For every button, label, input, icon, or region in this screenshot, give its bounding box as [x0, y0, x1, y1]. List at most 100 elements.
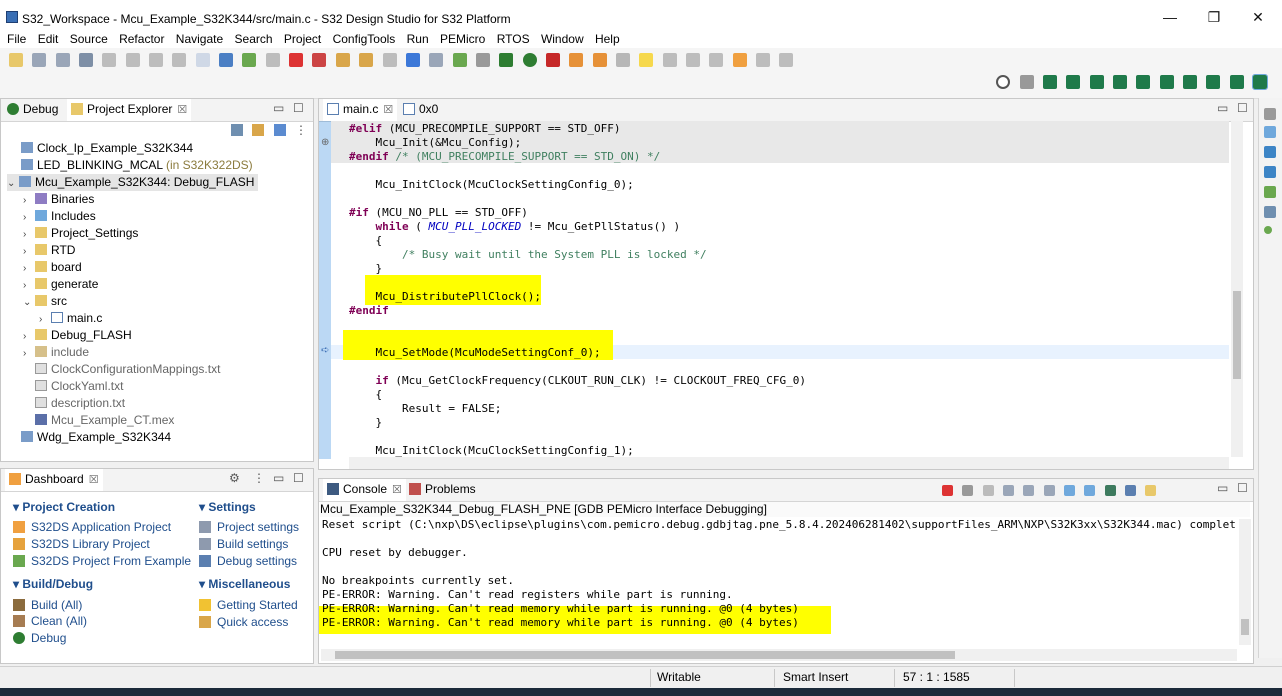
- code-line[interactable]: }: [349, 416, 382, 430]
- step-over-icon[interactable]: [359, 52, 374, 67]
- tab-problems[interactable]: Problems: [409, 482, 476, 496]
- link-with-editor-icon[interactable]: [252, 124, 265, 136]
- menu-source[interactable]: Source: [66, 30, 112, 48]
- editor-vertical-scrollbar[interactable]: [1231, 121, 1243, 457]
- code-line[interactable]: /* Busy wait until the System PLL is loc…: [349, 248, 707, 262]
- display-console-icon[interactable]: [1125, 485, 1137, 497]
- menu-rtos[interactable]: RTOS: [493, 30, 534, 48]
- minimize-view-icon[interactable]: ▭: [1217, 101, 1228, 115]
- close-icon[interactable]: ☒: [383, 104, 393, 116]
- tab-0x0[interactable]: 0x0: [403, 102, 438, 116]
- terminate-icon[interactable]: [942, 485, 953, 497]
- reset-icon[interactable]: [452, 52, 467, 67]
- tree-item-clock-config-mappings[interactable]: ClockConfigurationMappings.txt: [35, 361, 220, 378]
- chevron-right-icon[interactable]: ›: [23, 260, 35, 277]
- scroll-thumb[interactable]: [1233, 291, 1241, 379]
- code-line[interactable]: }: [349, 262, 382, 276]
- step-into-icon[interactable]: [335, 52, 350, 67]
- perspective-clocks-icon[interactable]: [1136, 74, 1151, 89]
- code-line[interactable]: Mcu_InitClock(McuClockSettingConfig_0);: [349, 178, 633, 192]
- filter-icon[interactable]: [273, 124, 286, 136]
- restart-icon[interactable]: [429, 52, 444, 67]
- search-icon[interactable]: [996, 74, 1011, 89]
- tab-project-explorer[interactable]: Project Explorer ☒: [67, 99, 192, 121]
- remove-launch-icon[interactable]: [962, 485, 974, 497]
- close-icon[interactable]: ☒: [392, 484, 402, 496]
- word-wrap-icon[interactable]: [1043, 485, 1055, 497]
- perspective-cdt-icon[interactable]: [1042, 74, 1057, 89]
- maximize-view-icon[interactable]: ☐: [1237, 481, 1248, 495]
- minimize-button[interactable]: —: [1150, 7, 1190, 27]
- clear-console-icon[interactable]: [1003, 485, 1015, 497]
- menu-run[interactable]: Run: [403, 30, 433, 48]
- disconnect-icon[interactable]: [312, 52, 327, 67]
- link-clean-all[interactable]: Clean (All): [13, 614, 87, 628]
- menu-navigate[interactable]: Navigate: [172, 30, 227, 48]
- open-perspective-icon[interactable]: [1019, 74, 1034, 89]
- tree-item-binaries[interactable]: › Binaries: [23, 191, 94, 208]
- tab-debug[interactable]: Debug: [7, 102, 58, 116]
- menu-window[interactable]: Window: [537, 30, 588, 48]
- status-insert-mode[interactable]: Smart Insert: [783, 670, 848, 684]
- open-resource-icon[interactable]: [592, 52, 607, 67]
- close-icon[interactable]: ☒: [89, 474, 99, 486]
- view-menu-icon[interactable]: ⋮: [253, 471, 265, 485]
- perspective-pins-icon[interactable]: [1112, 74, 1127, 89]
- tab-main-c[interactable]: main.c ☒: [323, 99, 398, 121]
- display-icon[interactable]: [219, 52, 234, 67]
- tree-item-board[interactable]: › board: [23, 259, 82, 276]
- menu-pemicro[interactable]: PEMicro: [436, 30, 489, 48]
- minimize-view-icon[interactable]: ▭: [273, 101, 284, 115]
- memory-icon[interactable]: [475, 52, 490, 67]
- debug-bug-icon[interactable]: [499, 52, 514, 67]
- code-line[interactable]: #endif /* (MCU_PRECOMPILE_SUPPORT == STD…: [349, 150, 660, 164]
- perspective-peripherals-icon[interactable]: [1159, 74, 1174, 89]
- code-line[interactable]: Mcu_DistributePllClock();: [349, 290, 541, 304]
- scroll-thumb[interactable]: [1241, 619, 1249, 635]
- section-project-creation[interactable]: ▾ Project Creation: [13, 500, 115, 514]
- fold-marker-icon[interactable]: ⊕: [321, 137, 329, 148]
- menu-edit[interactable]: Edit: [34, 30, 63, 48]
- menu-help[interactable]: Help: [591, 30, 624, 48]
- menu-project[interactable]: Project: [280, 30, 325, 48]
- registers-icon[interactable]: [1264, 186, 1276, 198]
- code-line[interactable]: Result = FALSE;: [349, 402, 501, 416]
- code-line[interactable]: Mcu_SetMode(McuModeSettingConf_0);: [349, 346, 600, 360]
- show-on-output-icon[interactable]: [1064, 485, 1076, 497]
- link-build-settings[interactable]: Build settings: [199, 537, 288, 551]
- perspective-network-icon[interactable]: [1229, 74, 1244, 89]
- prev-annotation-icon[interactable]: [685, 52, 700, 67]
- tree-item-clock-ip[interactable]: Clock_Ip_Example_S32K344: [21, 140, 193, 157]
- chevron-right-icon[interactable]: ›: [23, 209, 35, 226]
- link-project-from-example[interactable]: S32DS Project From Example: [13, 554, 191, 568]
- console-vertical-scrollbar[interactable]: [1239, 519, 1251, 645]
- chevron-right-icon[interactable]: ›: [39, 311, 51, 328]
- tree-item-generate[interactable]: › generate: [23, 276, 98, 293]
- code-line[interactable]: Mcu_InitClock(McuClockSettingConfig_1);: [349, 444, 633, 458]
- minimize-view-icon[interactable]: ▭: [273, 471, 284, 485]
- tree-item-mcu-example-ct[interactable]: Mcu_Example_CT.mex: [35, 412, 174, 429]
- close-button[interactable]: ✕: [1238, 7, 1278, 27]
- section-build-debug[interactable]: ▾ Build/Debug: [13, 577, 93, 591]
- refresh-icon[interactable]: [172, 52, 187, 67]
- save-icon[interactable]: [32, 52, 47, 67]
- step-return-icon[interactable]: [382, 52, 397, 67]
- tree-item-src[interactable]: ⌄ src: [23, 293, 67, 310]
- settings-icon[interactable]: ⚙: [229, 471, 240, 485]
- remove-all-icon[interactable]: [982, 485, 994, 497]
- menu-configtools[interactable]: ConfigTools: [329, 30, 400, 48]
- code-line[interactable]: #if (MCU_NO_PLL == STD_OFF): [349, 206, 528, 220]
- back-icon[interactable]: [732, 52, 747, 67]
- link-getting-started[interactable]: Getting Started: [199, 598, 298, 612]
- debug-config-icon[interactable]: [102, 52, 117, 67]
- expressions-icon[interactable]: [1264, 166, 1276, 178]
- tree-item-includes[interactable]: › Includes: [23, 208, 96, 225]
- scroll-lock-icon[interactable]: [1023, 485, 1035, 497]
- code-line[interactable]: Mcu_Init(&Mcu_Config);: [349, 136, 521, 150]
- console-horizontal-scrollbar[interactable]: [321, 649, 1237, 661]
- variables-icon[interactable]: [1264, 126, 1276, 138]
- link-build-all[interactable]: Build (All): [13, 598, 82, 612]
- collapse-all-icon[interactable]: [231, 124, 243, 136]
- tree-item-project-settings[interactable]: › Project_Settings: [23, 225, 138, 242]
- chevron-right-icon[interactable]: ›: [23, 192, 35, 209]
